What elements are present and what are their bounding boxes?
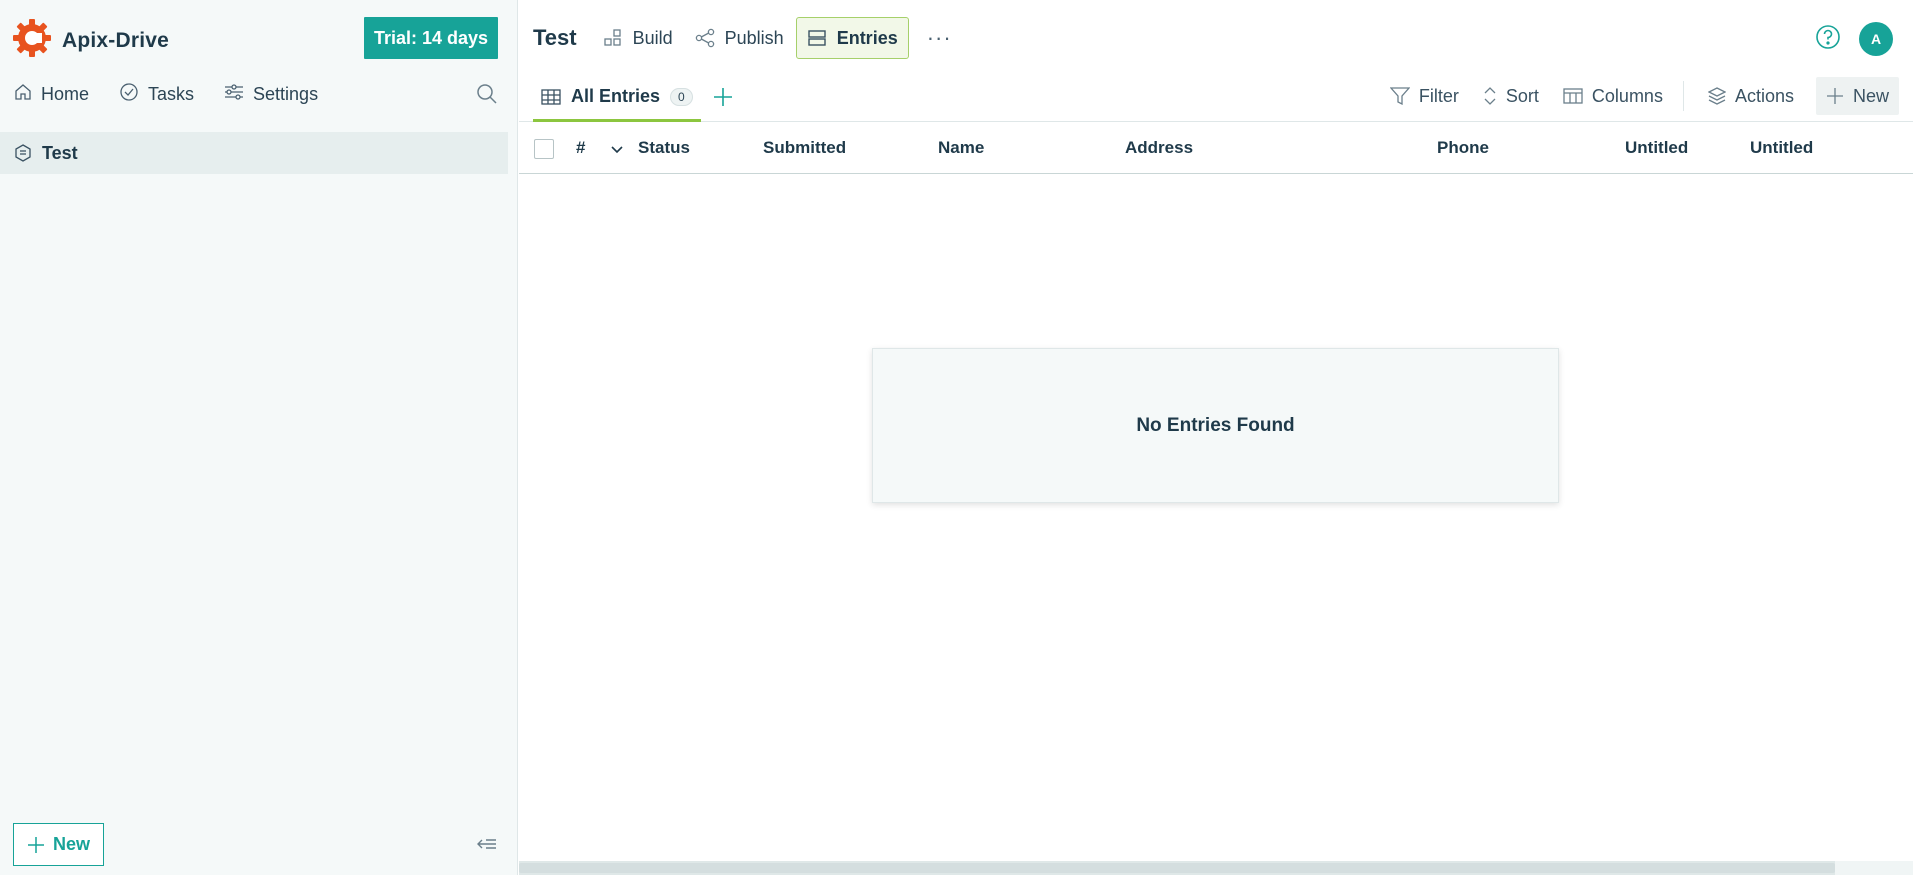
- header: Test Build Publish Entries ···: [519, 16, 952, 60]
- column-header-submitted[interactable]: Submitted: [763, 138, 846, 158]
- brand-name: Apix-Drive: [62, 28, 170, 52]
- tool-label: New: [1852, 85, 1889, 106]
- column-header-number[interactable]: #: [576, 138, 585, 158]
- select-all-checkbox[interactable]: [534, 139, 554, 159]
- view-toolbar: Filter Sort Columns Actions New: [1366, 76, 1899, 116]
- column-header-phone[interactable]: Phone: [1437, 138, 1489, 158]
- tool-label: Filter: [1418, 85, 1459, 106]
- avatar[interactable]: A: [1859, 22, 1893, 56]
- home-icon: [14, 83, 32, 106]
- column-header-address[interactable]: Address: [1125, 138, 1193, 158]
- scrollbar-corner: [1835, 861, 1913, 875]
- collapse-sidebar-icon[interactable]: [476, 836, 498, 857]
- tool-label: Actions: [1734, 85, 1794, 106]
- sliders-icon: [224, 83, 244, 106]
- sort-button[interactable]: Sort: [1483, 86, 1539, 107]
- sidebar-item-test[interactable]: Test: [0, 132, 508, 174]
- help-icon[interactable]: [1815, 24, 1841, 55]
- new-entry-button[interactable]: New: [1815, 77, 1899, 115]
- toolbar-divider: [1682, 81, 1684, 111]
- build-icon: [603, 28, 623, 48]
- view-label: All Entries: [571, 86, 661, 106]
- main-panel: Test Build Publish Entries ··· A All Ent…: [519, 0, 1913, 875]
- brand[interactable]: Apix-Drive: [12, 18, 169, 63]
- chevron-down-icon[interactable]: [611, 140, 623, 160]
- tab-label: Publish: [724, 27, 784, 48]
- check-circle-icon: [119, 82, 139, 107]
- sidebar: Apix-Drive Trial: 14 days Home Tasks Set…: [0, 0, 518, 875]
- tab-publish[interactable]: Publish: [695, 17, 784, 59]
- columns-button[interactable]: Columns: [1563, 86, 1663, 107]
- tab-label: Build: [632, 27, 673, 48]
- tool-label: Sort: [1505, 85, 1539, 106]
- tool-label: Columns: [1591, 85, 1663, 106]
- apix-drive-logo-icon: [12, 18, 52, 63]
- tab-all-entries[interactable]: All Entries 0: [533, 74, 701, 122]
- layers-icon: [1707, 87, 1726, 105]
- search-icon[interactable]: [476, 83, 498, 110]
- add-view-icon[interactable]: [712, 86, 734, 113]
- table-icon: [541, 88, 561, 106]
- share-icon: [695, 28, 715, 48]
- actions-button[interactable]: Actions: [1707, 85, 1794, 107]
- scrollbar-thumb[interactable]: [519, 863, 1835, 873]
- sidebar-item-tasks[interactable]: Tasks: [119, 82, 194, 107]
- sidebar-item-label: Test: [42, 142, 78, 163]
- sidebar-nav: Home Tasks Settings: [14, 80, 348, 108]
- tab-build[interactable]: Build: [603, 17, 673, 59]
- sidebar-item-home[interactable]: Home: [14, 83, 89, 106]
- trial-button[interactable]: Trial: 14 days: [364, 17, 498, 59]
- column-header-name[interactable]: Name: [938, 138, 984, 158]
- empty-state: No Entries Found: [872, 348, 1559, 503]
- plus-icon: [27, 836, 45, 854]
- column-header-untitled[interactable]: Untitled: [1750, 138, 1813, 158]
- form-icon: [14, 144, 32, 162]
- sidebar-item-settings[interactable]: Settings: [224, 83, 318, 106]
- column-header-status[interactable]: Status: [638, 138, 690, 158]
- page-title: Test: [533, 25, 577, 50]
- sort-icon: [1483, 86, 1497, 106]
- plus-icon: [1826, 87, 1844, 105]
- new-button-label: New: [52, 834, 90, 854]
- horizontal-scrollbar[interactable]: [519, 861, 1913, 875]
- views-bar: All Entries 0 Filter Sort Columns Action…: [519, 74, 1913, 122]
- tab-entries[interactable]: Entries: [795, 17, 909, 59]
- new-button[interactable]: New: [13, 823, 104, 866]
- sidebar-item-label: Tasks: [148, 83, 195, 104]
- entries-count-badge: 0: [670, 87, 693, 106]
- more-options-icon[interactable]: ···: [927, 25, 952, 51]
- filter-icon: [1389, 87, 1410, 105]
- sidebar-item-label: Settings: [253, 83, 319, 104]
- sidebar-item-label: Home: [41, 83, 90, 104]
- filter-button[interactable]: Filter: [1389, 85, 1459, 107]
- tab-label: Entries: [836, 27, 898, 48]
- entries-icon: [807, 28, 827, 48]
- column-header-untitled[interactable]: Untitled: [1625, 138, 1688, 158]
- columns-icon: [1563, 87, 1583, 105]
- empty-message: No Entries Found: [1136, 414, 1295, 436]
- table-header: # Status Submitted Name Address Phone Un…: [519, 122, 1913, 174]
